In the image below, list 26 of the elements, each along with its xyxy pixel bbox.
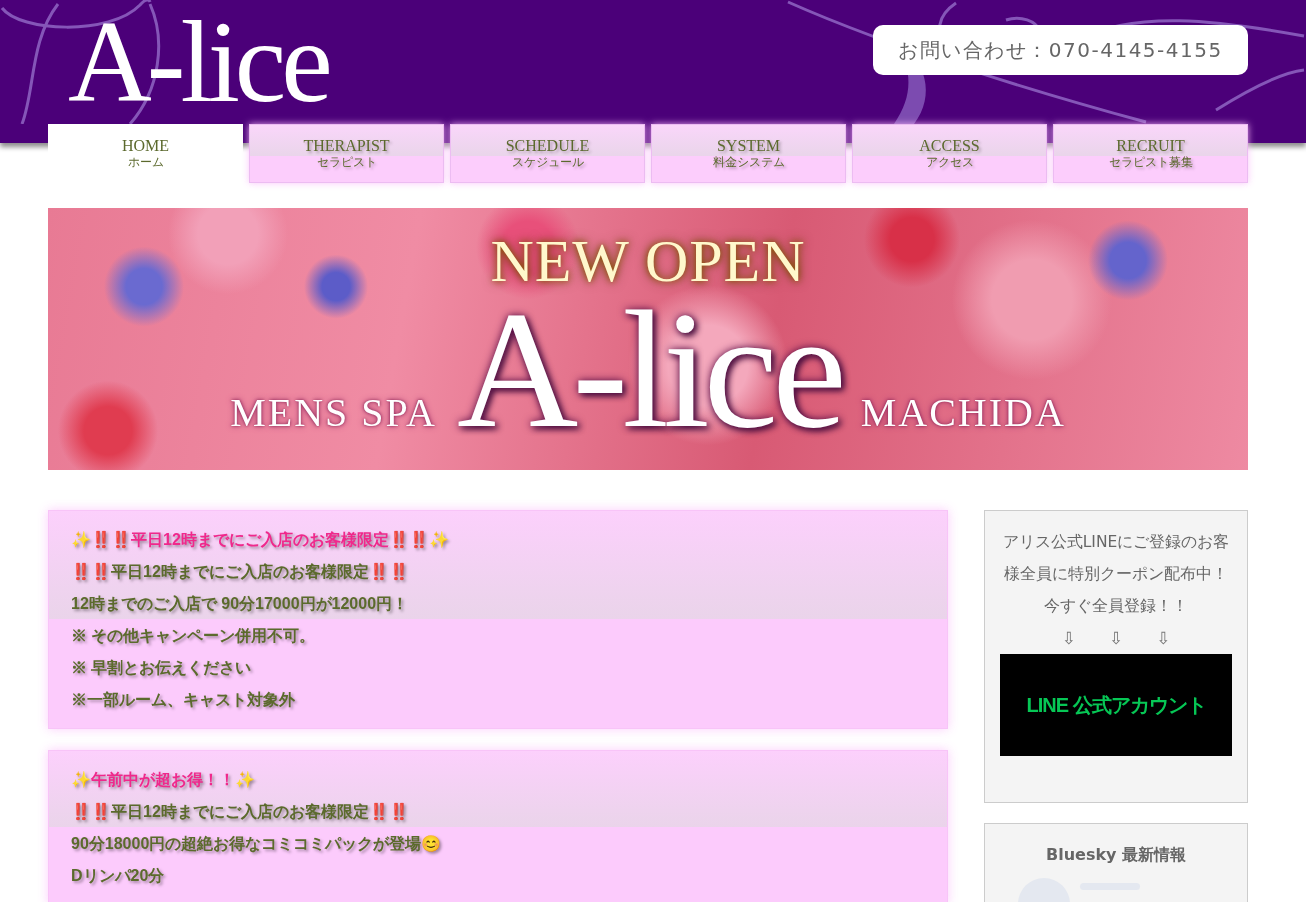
- notice-text: ※一部ルーム、キャスト対象外: [71, 690, 296, 710]
- notice-text: ‼‼平日12時までにご入店のお客様限定‼‼: [71, 802, 410, 822]
- notice-text: ※ 早割とお伝えください: [71, 658, 253, 678]
- banner-subtitle: MENS SPA: [230, 389, 437, 436]
- down-arrow-icon: ⇩: [1108, 628, 1124, 648]
- promo-call-to-action: 今すぐ全員登録！！: [1043, 596, 1189, 617]
- nav-tab[interactable]: THERAPIST セラピスト: [249, 124, 444, 183]
- notice-text: 12時までのご入店で 90分17000円が12000円！: [71, 594, 410, 614]
- nav-tab[interactable]: RECRUIT セラピスト募集: [1053, 124, 1248, 183]
- notice-text: ✨午前中が超お得！！✨: [71, 770, 256, 790]
- notice-text: ‼‼平日12時までにご入店のお客様限定‼‼: [71, 562, 410, 582]
- site-logo[interactable]: A-lice: [68, 4, 328, 120]
- notice-text: ✨‼‼平日12時までにご入店のお客様限定‼‼✨: [71, 530, 450, 550]
- bluesky-title: Bluesky 最新情報: [1044, 844, 1188, 866]
- notice-text: 90分18000円の超絶お得なコミコミパックが登場😊: [71, 834, 443, 855]
- banner-location: MACHIDA: [860, 389, 1066, 436]
- down-arrow-icon: ⇩: [1061, 628, 1076, 648]
- down-arrow-icon: ⇩: [1156, 628, 1171, 648]
- notice-text: Dリンパ20分: [71, 866, 166, 886]
- contact-phone-button[interactable]: お問い合わせ：070-4145-4155: [873, 25, 1248, 75]
- promo-text: アリス公式LINEにご登録のお客様全員に特別クーポン配布中！: [1001, 532, 1231, 585]
- line-account-button[interactable]: LINE 公式アカウント: [1000, 654, 1232, 756]
- nav-tab[interactable]: SYSTEM 料金システム: [651, 124, 846, 183]
- notice-text: ※ その他キャンペーン併用不可。: [71, 626, 317, 646]
- nav-tab[interactable]: ACCESS アクセス: [852, 124, 1047, 183]
- nav-tab[interactable]: SCHEDULE スケジュール: [450, 124, 645, 183]
